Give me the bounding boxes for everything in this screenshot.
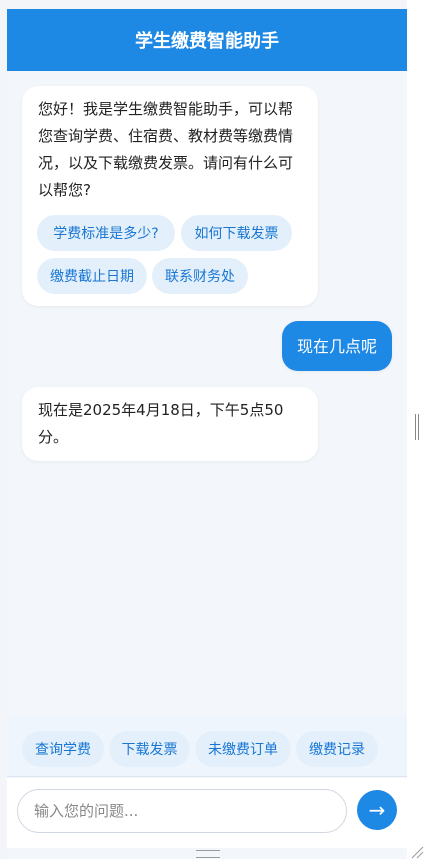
arrow-right-icon: →: [368, 798, 386, 822]
quick-action-payment-records[interactable]: 缴费记录: [296, 731, 378, 767]
bottom-resize-handle[interactable]: [196, 850, 220, 858]
user-message: 现在几点呢: [282, 321, 392, 371]
quick-action-query-tuition[interactable]: 查询学费: [22, 731, 104, 767]
quick-action-download-invoice[interactable]: 下载发票: [109, 731, 190, 767]
suggestion-chip-deadline[interactable]: 缴费截止日期: [37, 258, 147, 294]
suggestion-chip-contact[interactable]: 联系财务处: [152, 258, 248, 294]
input-bar: →: [7, 778, 407, 848]
header-title: 学生缴费智能助手: [7, 9, 407, 71]
top-strip: [0, 0, 426, 9]
bot-message-reply: 现在是2025年4月18日，下午5点50分。: [22, 387, 318, 461]
send-button[interactable]: →: [357, 790, 397, 830]
bot-message-text: 您好！我是学生缴费智能助手，可以帮您查询学费、住宿费、教材费等缴费情况，以及下载…: [38, 100, 294, 199]
suggestion-chip-invoice[interactable]: 如何下载发票: [181, 215, 292, 251]
message-input[interactable]: [17, 789, 347, 833]
suggestion-chip-tuition[interactable]: 学费标准是多少?: [37, 215, 175, 251]
vertical-resize-handle[interactable]: [415, 414, 419, 440]
quick-actions-bar: 查询学费 下载发票 未缴费订单 缴费记录: [7, 715, 407, 777]
resize-grip-icon[interactable]: [410, 845, 424, 859]
chat-app: 学生缴费智能助手 您好！我是学生缴费智能助手，可以帮您查询学费、住宿费、教材费等…: [7, 9, 407, 859]
bot-reply-text: 现在是2025年4月18日，下午5点50分。: [38, 401, 284, 446]
quick-action-unpaid-orders[interactable]: 未缴费订单: [195, 731, 291, 767]
